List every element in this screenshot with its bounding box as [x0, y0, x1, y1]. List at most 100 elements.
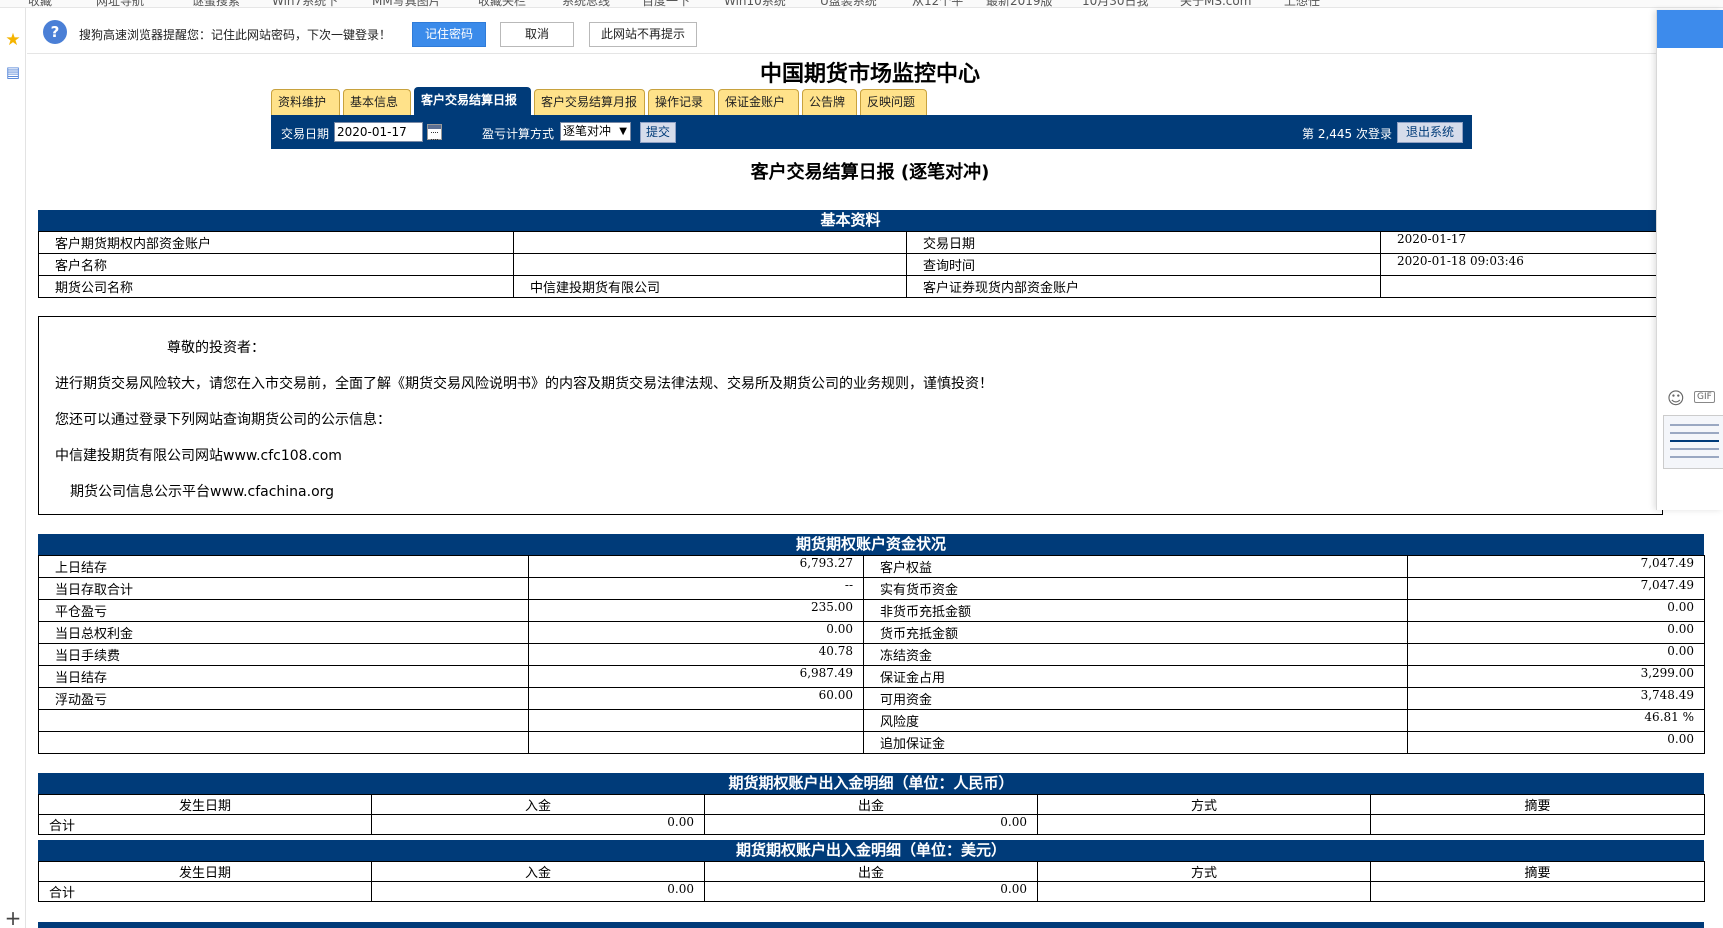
- method-cell: [1037, 881, 1371, 902]
- table-row: 当日存取合计 -- 实有货币资金 7,047.49: [38, 577, 1705, 600]
- bookmark-item[interactable]: 从12个平: [912, 0, 963, 7]
- table-row: 期货公司名称 中信建投期货有限公司 客户证券现货内部资金账户: [38, 275, 1664, 298]
- column-header: 发生日期: [38, 794, 372, 815]
- fund-item-value: 7,047.49: [1407, 577, 1705, 600]
- fund-item-label: 客户权益: [863, 555, 1408, 578]
- tab-monthly-report[interactable]: 客户交易结算月报: [534, 89, 645, 115]
- logout-button[interactable]: 退出系统: [1397, 122, 1463, 143]
- thumb-line: [1670, 424, 1719, 426]
- trade-date-label: 交易日期: [906, 231, 1381, 254]
- bookmark-item[interactable]: Win7系统下: [272, 0, 338, 7]
- column-header: 方式: [1037, 861, 1371, 882]
- calc-method-select[interactable]: 逐笔对冲 ▼: [560, 122, 631, 141]
- column-header: 摘要: [1370, 861, 1705, 882]
- bookmark-item[interactable]: 谜蛋搜索: [192, 0, 240, 7]
- cny-flow-table: 发生日期 入金 出金 方式 摘要 合计 0.00 0.00: [38, 794, 1705, 835]
- company-name-value: 中信建投期货有限公司: [513, 275, 907, 298]
- trade-date-input[interactable]: 2020-01-17: [334, 122, 423, 142]
- fund-item-value: 40.78: [528, 643, 864, 666]
- table-row: 客户期货期权内部资金账户 交易日期 2020-01-17: [38, 231, 1664, 254]
- trade-date-value: 2020-01-17: [1380, 231, 1664, 254]
- emoji-icon[interactable]: ☺: [1667, 389, 1685, 409]
- tab-feedback[interactable]: 反映问题: [860, 89, 927, 115]
- total-row: 合计 0.00 0.00: [38, 881, 1705, 902]
- table-row: 平仓盈亏 235.00 非货币充抵金额 0.00: [38, 599, 1705, 622]
- bookmark-item[interactable]: 网址导航: [96, 0, 144, 7]
- add-icon[interactable]: +: [3, 908, 23, 928]
- client-name-label: 客户名称: [38, 253, 514, 276]
- notes-icon[interactable]: ▤: [3, 62, 23, 82]
- funds-header: 期货期权账户资金状况: [38, 534, 1704, 555]
- fund-item-label: 当日结存: [38, 665, 529, 688]
- bookmark-item[interactable]: 系统总线: [562, 0, 610, 7]
- fund-item-value: 7,047.49: [1407, 555, 1705, 578]
- bookmark-item[interactable]: Win10系统: [724, 0, 786, 7]
- calendar-icon[interactable]: [427, 124, 442, 140]
- notice-line-2: 您还可以通过登录下列网站查询期货公司的公示信息：: [55, 412, 391, 428]
- question-icon: ?: [43, 20, 67, 44]
- fund-item-value: 6,987.49: [528, 665, 864, 688]
- company-name-label: 期货公司名称: [38, 275, 514, 298]
- submit-button[interactable]: 提交: [640, 122, 676, 143]
- query-time-label: 查询时间: [906, 253, 1381, 276]
- remember-password-button[interactable]: 记住密码: [412, 22, 486, 47]
- fund-item-value: [528, 731, 864, 754]
- table-row: 浮动盈亏 60.00 可用资金 3,748.49: [38, 687, 1705, 710]
- fund-item-value: [528, 709, 864, 732]
- thumb-line: [1670, 448, 1719, 450]
- tab-bulletin[interactable]: 公告牌: [802, 89, 857, 115]
- risk-notice: 尊敬的投资者： 进行期货交易风险较大，请您在入市交易前，全面了解《期货交易风险说…: [38, 316, 1663, 515]
- bookmark-item[interactable]: 关于MS.com: [1180, 0, 1251, 7]
- password-prompt-bar: ? 搜狗高速浏览器提醒您：记住此网站密码，下次一键登录！ 记住密码 取消 此网站…: [27, 8, 1657, 54]
- fund-item-value: 0.00: [1407, 621, 1705, 644]
- fund-item-label: 非货币充抵金额: [863, 599, 1408, 622]
- notice-line-4: 期货公司信息公示平台www.cfachina.org: [70, 484, 335, 500]
- thumb-line: [1670, 456, 1719, 458]
- total-withdrawal: 0.00: [704, 814, 1038, 835]
- table-row: 追加保证金 0.00: [38, 731, 1705, 754]
- cancel-button[interactable]: 取消: [500, 22, 574, 47]
- tab-profile[interactable]: 资料维护: [271, 89, 340, 115]
- table-header-row: 发生日期 入金 出金 方式 摘要: [38, 794, 1705, 815]
- usd-flow-header: 期货期权账户出入金明细（单位：美元）: [38, 840, 1704, 861]
- total-deposit: 0.00: [371, 881, 705, 902]
- fund-item-label: 保证金占用: [863, 665, 1408, 688]
- bookmark-item[interactable]: 10月30日我: [1082, 0, 1149, 7]
- panel-header[interactable]: [1657, 10, 1723, 48]
- favorites-star-icon[interactable]: ★: [3, 30, 23, 50]
- tab-daily-report[interactable]: 客户交易结算日报: [414, 87, 531, 115]
- total-row: 合计 0.00 0.00: [38, 814, 1705, 835]
- securities-account-value: [1380, 275, 1664, 298]
- bookmark-item[interactable]: 百度一下: [642, 0, 690, 7]
- bookmark-item[interactable]: 最新2019版: [986, 0, 1053, 7]
- column-header: 入金: [371, 794, 705, 815]
- bookmark-item[interactable]: 收藏: [28, 0, 52, 7]
- fund-item-value: 0.00: [1407, 643, 1705, 666]
- thumb-line: [1670, 432, 1719, 434]
- tab-operation-log[interactable]: 操作记录: [648, 89, 715, 115]
- fund-item-value: --: [528, 577, 864, 600]
- usd-flow-table: 发生日期 入金 出金 方式 摘要 合计 0.00 0.00: [38, 861, 1705, 902]
- never-prompt-button[interactable]: 此网站不再提示: [589, 22, 697, 47]
- column-header: 入金: [371, 861, 705, 882]
- notice-line-1: 进行期货交易风险较大，请您在入市交易前，全面了解《期货交易风险说明书》的内容及期…: [55, 376, 993, 392]
- bookmark-item[interactable]: 收藏夹栏: [478, 0, 526, 7]
- column-header: 摘要: [1370, 794, 1705, 815]
- query-time-value: 2020-01-18 09:03:46: [1380, 253, 1664, 276]
- column-header: 出金: [704, 794, 1038, 815]
- fund-item-label: [38, 731, 529, 754]
- fund-item-label: 追加保证金: [863, 731, 1408, 754]
- fund-item-label: 当日手续费: [38, 643, 529, 666]
- fund-item-value: 46.81 %: [1407, 709, 1705, 732]
- bookmark-item[interactable]: 上想任: [1284, 0, 1320, 7]
- tab-basic-info[interactable]: 基本信息: [343, 89, 411, 115]
- bookmark-item[interactable]: U盘装系统: [820, 0, 877, 7]
- gif-icon[interactable]: GIF: [1694, 391, 1715, 403]
- table-row: 客户名称 查询时间 2020-01-18 09:03:46: [38, 253, 1664, 276]
- column-header: 出金: [704, 861, 1038, 882]
- screenshot-thumbnail[interactable]: [1663, 415, 1723, 469]
- query-toolbar: 交易日期 2020-01-17 盈亏计算方式 逐笔对冲 ▼ 提交 第 2,445 …: [271, 115, 1472, 149]
- tab-margin-account[interactable]: 保证金账户: [718, 89, 799, 115]
- fund-item-value: 3,748.49: [1407, 687, 1705, 710]
- bookmark-item[interactable]: MM写真图片: [372, 0, 441, 7]
